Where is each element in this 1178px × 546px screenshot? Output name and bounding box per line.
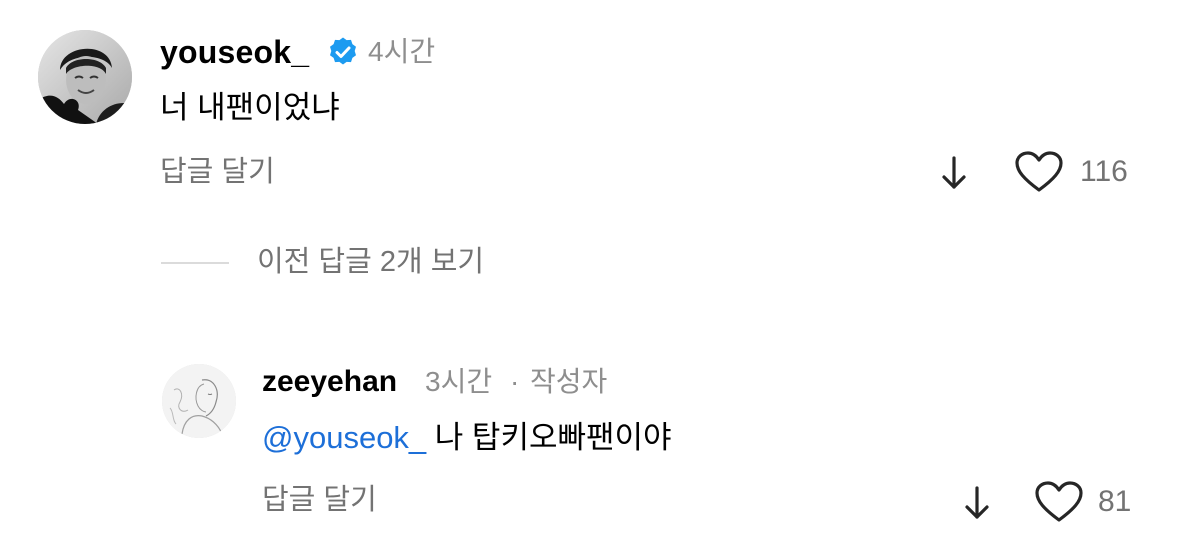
verified-badge-icon <box>327 36 359 68</box>
reply-button[interactable]: 답글 달기 <box>262 478 377 522</box>
view-previous-replies-button[interactable]: 이전 답글 2개 보기 <box>257 240 484 284</box>
comment-username[interactable]: youseok_ <box>160 30 309 74</box>
heart-icon[interactable] <box>1014 150 1064 194</box>
like-count: 116 <box>1080 155 1128 188</box>
reply-username[interactable]: zeeyehan <box>262 360 397 404</box>
mention-link[interactable]: @youseok_ <box>262 420 426 455</box>
avatar-youseok[interactable] <box>38 30 132 124</box>
avatar-photo <box>38 30 132 124</box>
arrow-down-icon[interactable] <box>960 484 994 522</box>
reply-body: 나 탑키오빠팬이야 <box>426 420 672 455</box>
reply-button[interactable]: 답글 달기 <box>160 150 275 194</box>
reply-timestamp: 3시간 <box>425 366 493 397</box>
comment-timestamp: 4시간 <box>368 36 436 67</box>
avatar-zeeyehan[interactable] <box>162 364 236 438</box>
reply-text: @youseok_ 나 탑키오빠팬이야 <box>262 416 672 460</box>
author-badge: 작성자 <box>530 366 608 397</box>
meta-separator: · <box>510 366 520 397</box>
heart-icon[interactable] <box>1034 480 1084 524</box>
like-count: 81 <box>1098 485 1132 518</box>
replies-divider <box>161 262 229 264</box>
comment-text: 너 내팬이었냐 <box>160 90 340 125</box>
avatar-sketch <box>162 364 236 438</box>
arrow-down-icon[interactable] <box>937 154 971 192</box>
